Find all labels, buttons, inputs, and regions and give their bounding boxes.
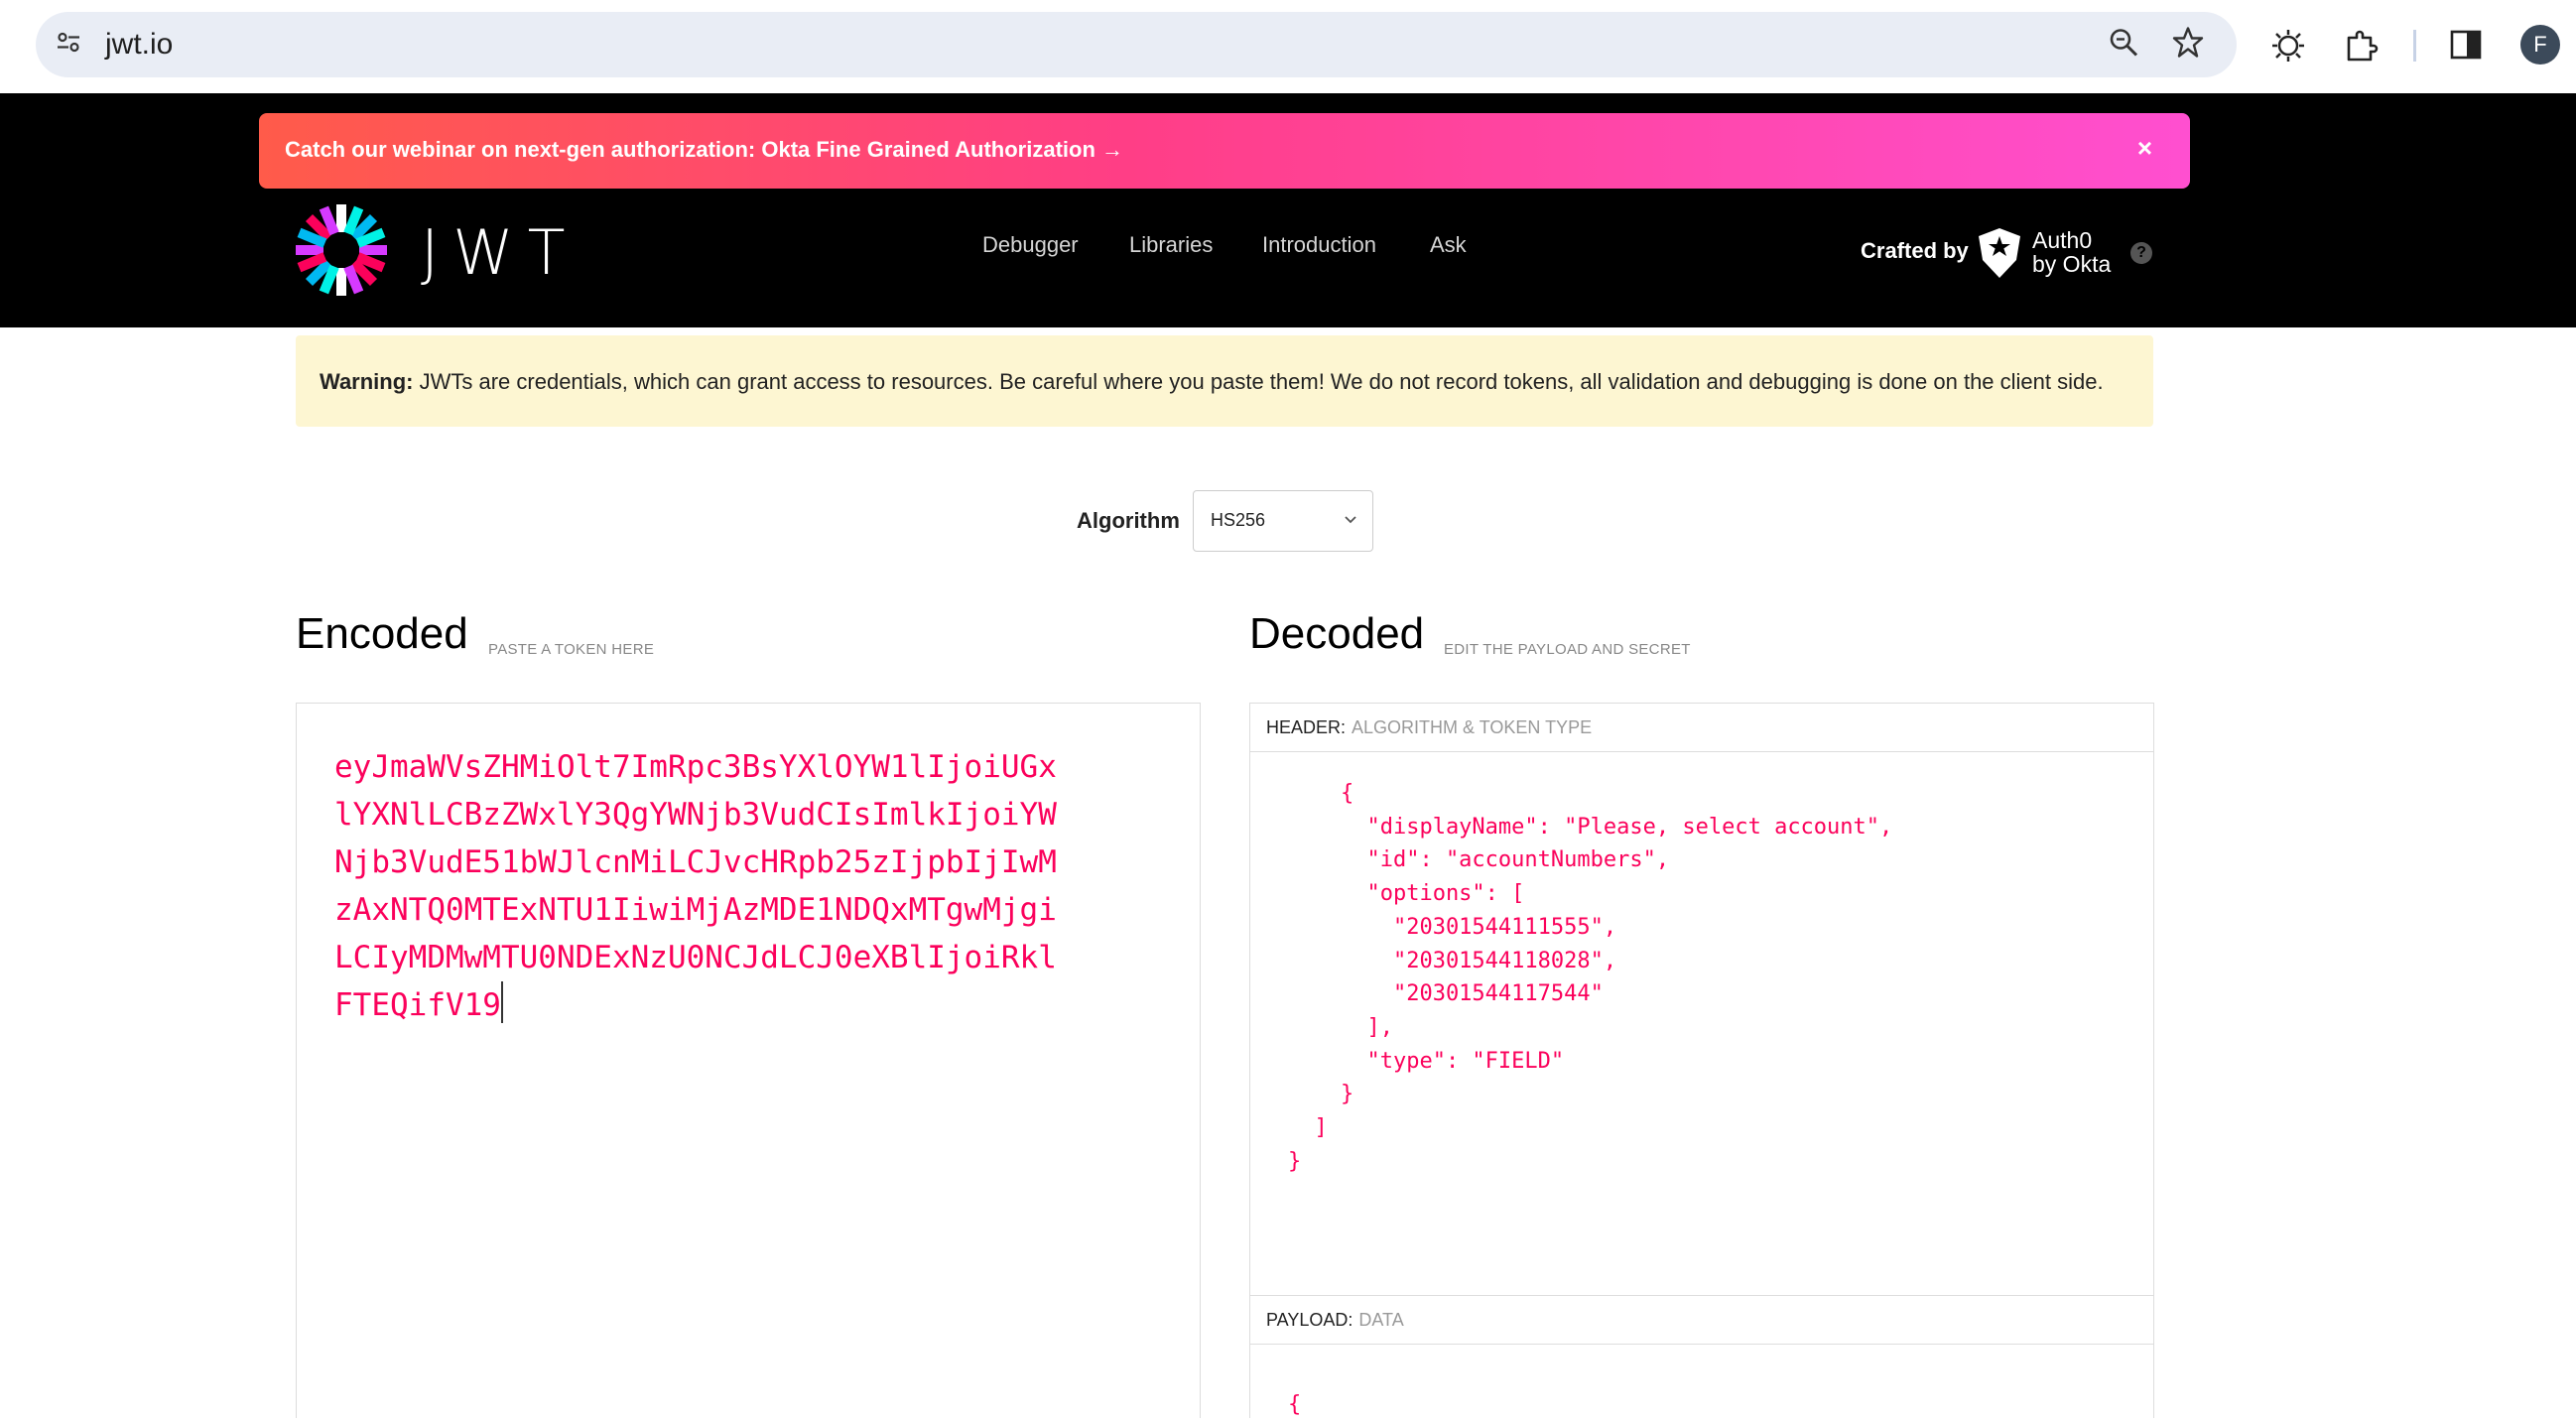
nav-introduction[interactable]: Introduction [1262,232,1376,258]
payload-json-start[interactable]: { [1288,1388,1301,1422]
json-line[interactable]: "20301544118028", [1288,949,1616,973]
encoded-token-editor[interactable]: eyJmaWVsZHMiOlt7ImRpc3BsYXlOYW1lIjoiUGx … [296,703,1201,1418]
payload-label: PAYLOAD: DATA [1266,1310,1404,1331]
token-line[interactable]: eyJmaWVsZHMiOlt7ImRpc3BsYXlOYW1lIjoiUGx [334,749,1057,785]
browser-toolbar: jwt.io F [0,0,2576,93]
header-section-head: HEADER: ALGORITHM & TOKEN TYPE [1250,704,2153,752]
crafted-by-label: Crafted by [1861,238,1969,263]
algorithm-value[interactable]: HS256 [1211,510,1265,531]
nav-debugger[interactable]: Debugger [982,232,1079,258]
auth0-line2: by Okta [2032,251,2112,277]
json-line[interactable]: ] [1288,1115,1327,1140]
banner-text[interactable]: Catch our webinar on next-gen authorizat… [285,137,1123,163]
json-line[interactable]: "20301544117544" [1288,981,1604,1006]
nav-ask[interactable]: Ask [1430,232,1467,258]
header-sublabel: ALGORITHM & TOKEN TYPE [1352,717,1593,737]
token-line[interactable]: zAxNTQ0MTExNTU1IiwiMjAzMDE1NDQxMTgwMjgi [334,892,1057,928]
decoded-panel: HEADER: ALGORITHM & TOKEN TYPE { "display… [1249,703,2154,1418]
json-line[interactable]: "displayName": "Please, select account", [1288,815,1892,840]
payload-section-head: PAYLOAD: DATA [1250,1296,2153,1345]
payload-label-text: PAYLOAD: [1266,1310,1353,1330]
text-caret [500,981,503,1023]
profile-avatar[interactable]: F [2520,25,2560,65]
decoded-title: Decoded [1249,609,1425,658]
site-settings-icon[interactable] [54,28,83,63]
token-text[interactable]: eyJmaWVsZHMiOlt7ImRpc3BsYXlOYW1lIjoiUGx … [334,743,1057,1029]
token-line[interactable]: lYXNlLCBzZWxlY3QgYWNjb3VudCIsImlkIjoiYW [334,797,1057,833]
url-text[interactable]: jwt.io [105,28,173,62]
auth0-shield-icon[interactable] [1977,226,2022,285]
zoom-icon[interactable] [2108,27,2139,64]
help-icon[interactable]: ? [2130,242,2152,264]
site-header: Catch our webinar on next-gen authorizat… [0,93,2576,327]
header-label: HEADER: ALGORITHM & TOKEN TYPE [1266,717,1592,738]
encoded-subtitle: PASTE A TOKEN HERE [488,641,655,658]
json-line[interactable]: "20301544111555", [1288,915,1616,940]
jwt-logo-icon[interactable] [294,202,389,303]
json-line[interactable]: "id": "accountNumbers", [1288,847,1669,872]
json-line[interactable]: } [1288,1149,1301,1174]
json-line[interactable]: } [1288,1082,1353,1106]
token-line[interactable]: Njb3VudE51bWJlcnMiLCJvcHRpb25zIjpbIjIwM [334,844,1057,880]
header-json[interactable]: { "displayName": "Please, select account… [1288,777,1892,1178]
decoded-subtitle: EDIT THE PAYLOAD AND SECRET [1444,641,1691,658]
payload-sublabel: DATA [1358,1310,1404,1330]
encoded-title: Encoded [296,609,468,658]
header-json-editor[interactable]: { "displayName": "Please, select account… [1250,751,2153,1296]
extensions-puzzle-icon[interactable] [2344,28,2380,68]
warning-text: Warning: JWTs are credentials, which can… [320,369,2104,395]
side-panel-icon[interactable] [2449,28,2483,66]
algorithm-select[interactable]: HS256 [1193,490,1373,552]
algorithm-label: Algorithm [1077,508,1180,533]
json-line[interactable]: { [1288,781,1353,806]
webinar-banner[interactable]: Catch our webinar on next-gen authorizat… [259,113,2190,189]
nav-libraries[interactable]: Libraries [1129,232,1213,258]
toolbar-divider [2413,30,2416,62]
json-line[interactable]: ], [1288,1015,1393,1040]
address-bar[interactable]: jwt.io [36,12,2237,77]
header-label-text: HEADER: [1266,717,1347,737]
token-line[interactable]: LCIyMDMwMTU0NDExNzU0NCJdLCJ0eXBlIjoiRkl [334,940,1057,975]
chevron-down-icon[interactable] [1343,513,1358,532]
extension-sun-icon[interactable] [2270,28,2306,68]
warning-body: JWTs are credentials, which can grant ac… [413,369,2104,394]
jwt-wordmark[interactable]: JWT [421,216,579,289]
auth0-by-okta-text[interactable]: Auth0 by Okta [2032,228,2111,276]
json-line[interactable]: "options": [ [1288,881,1524,906]
warning-bold: Warning: [320,369,414,394]
token-line[interactable]: FTEQifV19 [334,987,501,1023]
banner-close-button[interactable]: × [2137,133,2152,164]
auth0-line1: Auth0 [2032,227,2093,253]
json-line[interactable]: "type": "FIELD" [1288,1049,1564,1074]
warning-box: Warning: JWTs are credentials, which can… [296,335,2153,427]
bookmark-star-icon[interactable] [2171,26,2205,65]
